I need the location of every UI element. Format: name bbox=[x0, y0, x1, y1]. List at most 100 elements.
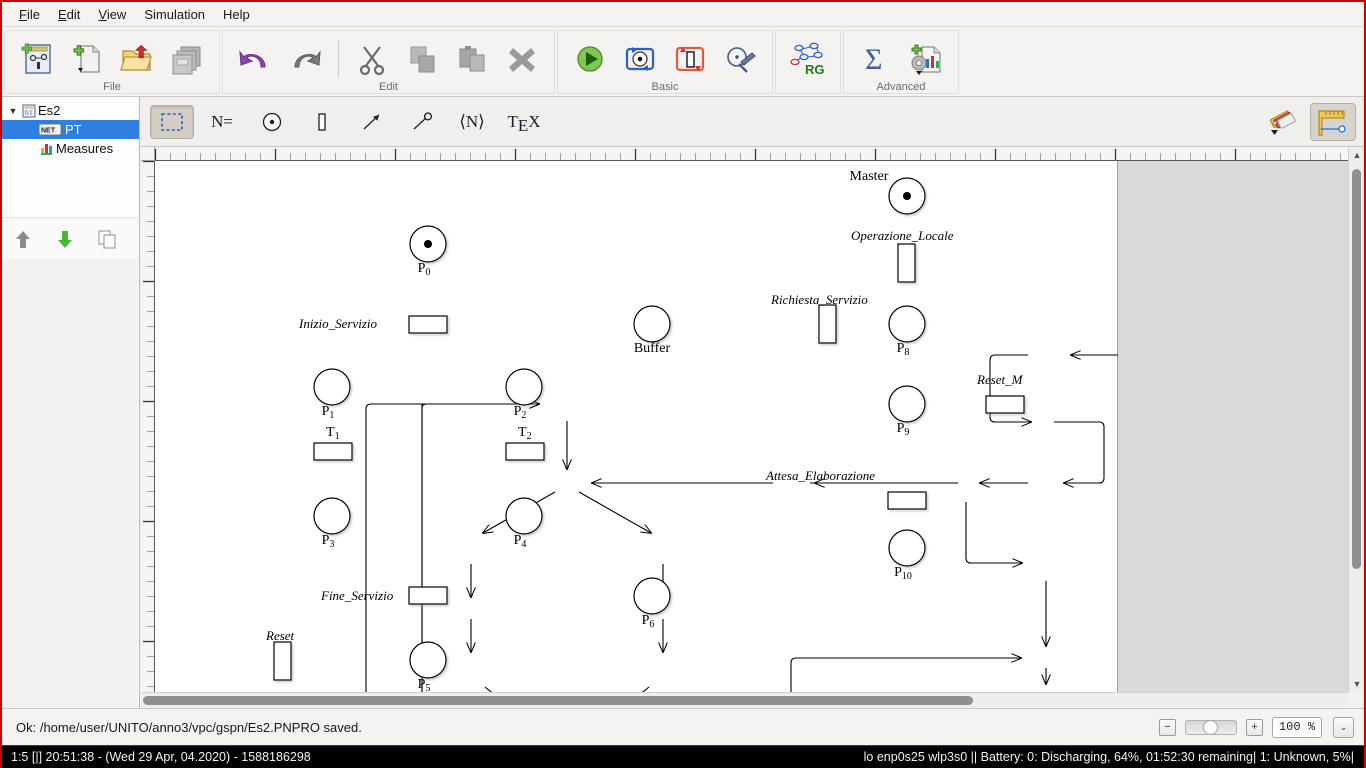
delete-button[interactable] bbox=[497, 34, 547, 84]
arc-richiesta-to-p9 bbox=[965, 502, 1022, 563]
place-analysis-button[interactable] bbox=[615, 34, 665, 84]
transition-Fine_Servizio[interactable] bbox=[408, 586, 448, 605]
marking-tool[interactable]: N= bbox=[200, 105, 244, 139]
vertical-scroll-thumb[interactable] bbox=[1352, 169, 1361, 569]
transition-Inizio_Servizio[interactable] bbox=[408, 315, 448, 334]
save-button[interactable] bbox=[162, 34, 212, 84]
place-label-P6: P6 bbox=[642, 613, 655, 630]
reachability-graph-button[interactable]: RG bbox=[783, 34, 833, 84]
system-status-bar: 1:5 [|] 20:51:38 - (Wed 29 Apr, 04.2020)… bbox=[2, 745, 1364, 768]
dashed-rectangle-select-icon bbox=[161, 112, 183, 131]
zoom-in-button[interactable]: + bbox=[1245, 718, 1263, 736]
sigma-measure-button[interactable]: Σ bbox=[851, 34, 901, 84]
tree-item-es2[interactable]: ▼ 0-1 Es2 bbox=[2, 101, 139, 120]
tex-tool[interactable]: TEX bbox=[500, 105, 548, 139]
select-tool[interactable] bbox=[150, 104, 194, 139]
place-P8[interactable] bbox=[888, 305, 926, 343]
place-P6[interactable] bbox=[633, 577, 671, 615]
place-P4[interactable] bbox=[505, 497, 543, 535]
new-report-button[interactable] bbox=[901, 34, 951, 84]
ruler-grid-button[interactable] bbox=[1310, 102, 1356, 141]
scroll-up-arrow[interactable]: ▲ bbox=[1349, 147, 1365, 163]
place-P3[interactable] bbox=[313, 497, 351, 535]
tools-button[interactable] bbox=[715, 34, 765, 84]
horizontal-scroll-thumb[interactable] bbox=[143, 696, 973, 705]
color-palette-button[interactable] bbox=[1260, 103, 1306, 141]
menu-view[interactable]: View bbox=[89, 4, 135, 25]
place-label-P1: P1 bbox=[322, 404, 335, 421]
place-circle-icon bbox=[262, 112, 282, 131]
paste-button[interactable] bbox=[447, 34, 497, 84]
new-page-button[interactable] bbox=[62, 34, 112, 84]
expected-value-tool[interactable]: ⟨N⟩ bbox=[450, 105, 494, 139]
hammer-icon bbox=[727, 47, 756, 73]
place-P9[interactable] bbox=[888, 385, 926, 423]
place-P1[interactable] bbox=[313, 368, 351, 406]
ribbon-group-file: File bbox=[4, 30, 220, 94]
transition-analysis-button[interactable] bbox=[665, 34, 715, 84]
ribbon-group-file-label: File bbox=[5, 81, 219, 93]
menu-file[interactable]: File bbox=[10, 4, 49, 25]
place-tool[interactable] bbox=[250, 105, 294, 139]
place-P2[interactable] bbox=[505, 368, 543, 406]
net-canvas-viewport[interactable]: P0 P1 P2 P3 P4 P5 P6 Buffer Master P8 P9 P10 Inizio_… bbox=[155, 161, 1348, 692]
x-cross-icon bbox=[509, 48, 535, 72]
zoom-slider-knob[interactable] bbox=[1202, 719, 1218, 735]
net-canvas-page[interactable]: P0 P1 P2 P3 P4 P5 P6 Buffer Master P8 P9 P10 Inizio_… bbox=[155, 161, 1118, 692]
cut-button[interactable] bbox=[347, 34, 397, 84]
tree-item-measures[interactable]: Measures bbox=[2, 139, 139, 158]
system-network-battery-info: lo enp0s25 wlp3s0 || Battery: 0: Dischar… bbox=[863, 750, 1354, 764]
arc-resetm-to-master bbox=[1071, 355, 1145, 555]
transition-Operazione_Locale[interactable] bbox=[897, 243, 916, 283]
inhibitor-arc-tool[interactable] bbox=[400, 105, 444, 139]
place-label-P3: P3 bbox=[322, 533, 335, 550]
copy-button[interactable] bbox=[397, 34, 447, 84]
transition-tool[interactable] bbox=[300, 105, 344, 139]
transition-T1[interactable] bbox=[313, 442, 353, 461]
redo-button[interactable] bbox=[280, 34, 330, 84]
transition-label-Richiesta_Servizio: Richiesta_Servizio bbox=[770, 292, 868, 307]
scroll-down-arrow[interactable]: ▼ bbox=[1349, 676, 1365, 692]
marking-tool-label: N= bbox=[211, 111, 233, 131]
zoom-slider[interactable] bbox=[1184, 719, 1237, 735]
open-button[interactable] bbox=[112, 34, 162, 84]
menu-edit[interactable]: Edit bbox=[49, 4, 89, 25]
vertical-scrollbar[interactable]: ▲ ▼ bbox=[1348, 147, 1364, 692]
place-P5[interactable] bbox=[409, 641, 447, 679]
tree-item-pt[interactable]: NET PT bbox=[2, 120, 139, 139]
transition-Reset[interactable] bbox=[273, 641, 292, 681]
sigma-glyph: Σ bbox=[865, 43, 882, 76]
transition-Attesa_Elaborazione[interactable] bbox=[887, 491, 927, 510]
expected-value-label: ⟨N⟩ bbox=[459, 111, 485, 131]
transition-T2[interactable] bbox=[505, 442, 545, 461]
move-up-button[interactable] bbox=[2, 222, 44, 256]
transition-Reset_M[interactable] bbox=[985, 395, 1025, 414]
duplicate-button[interactable] bbox=[86, 222, 128, 256]
zoom-dropdown-button[interactable]: ⌄ bbox=[1333, 716, 1354, 738]
place-label-Master: Master bbox=[850, 169, 889, 184]
edit-separator bbox=[338, 40, 339, 78]
menu-simulation[interactable]: Simulation bbox=[135, 4, 214, 25]
play-simulation-button[interactable] bbox=[565, 34, 615, 84]
transition-label-Attesa_Elaborazione: Attesa_Elaborazione bbox=[765, 468, 875, 483]
transition-Richiesta_Servizio[interactable] bbox=[818, 304, 837, 344]
status-message: Ok: /home/user/UNITO/anno3/vpc/gspn/Es2.… bbox=[16, 719, 362, 735]
color-tags-dropdown-icon bbox=[1270, 110, 1296, 135]
place-Buffer[interactable] bbox=[633, 305, 671, 343]
redo-arrow-icon bbox=[294, 50, 321, 68]
vertical-ruler bbox=[141, 161, 155, 692]
menu-help[interactable]: Help bbox=[214, 4, 259, 25]
move-down-button[interactable] bbox=[44, 222, 86, 256]
zoom-value-field[interactable]: 100 % bbox=[1271, 716, 1322, 738]
zoom-out-button[interactable]: − bbox=[1158, 718, 1176, 736]
new-net-button[interactable] bbox=[12, 34, 62, 84]
place-label-P9: P9 bbox=[897, 421, 910, 438]
edit-toolbar-right-group bbox=[1256, 102, 1364, 141]
horizontal-scrollbar[interactable] bbox=[141, 692, 1348, 708]
chevron-down-icon[interactable]: ▼ bbox=[6, 106, 20, 116]
place-P10[interactable] bbox=[888, 529, 926, 567]
arc-tool[interactable] bbox=[350, 105, 394, 139]
ribbon-group-advanced-label: Advanced bbox=[844, 81, 958, 93]
undo-button[interactable] bbox=[230, 34, 280, 84]
petri-net-drawing[interactable]: P0 P1 P2 P3 P4 P5 P6 Buffer Master P8 P9 P10 Inizio_… bbox=[155, 161, 1118, 692]
